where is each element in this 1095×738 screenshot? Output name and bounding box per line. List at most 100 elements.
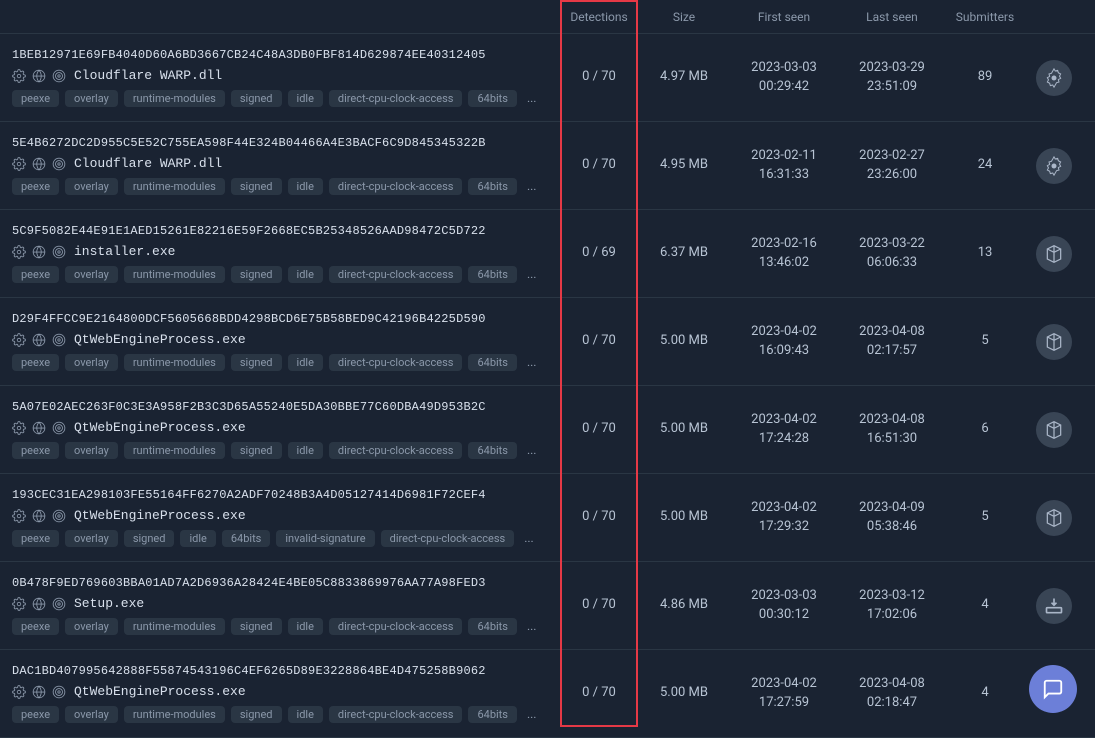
tag[interactable]: signed	[124, 530, 175, 547]
tag[interactable]: 64bits	[468, 90, 517, 107]
tag[interactable]: peexe	[12, 90, 59, 107]
tag[interactable]: idle	[288, 618, 323, 635]
tags-more[interactable]: ...	[520, 529, 538, 547]
tag[interactable]: direct-cpu-clock-access	[329, 442, 463, 459]
header-submitters[interactable]: Submitters	[946, 10, 1024, 24]
first-seen-cell: 2023-04-0217:27:59	[730, 675, 838, 711]
tag[interactable]: overlay	[65, 706, 118, 723]
table-row[interactable]: 5C9F5082E44E91E1AED15261E82216E59F2668EC…	[0, 210, 1095, 298]
file-hash[interactable]: D29F4FFCC9E2164800DCF5605668BDD4298BCD6E…	[12, 312, 548, 326]
tags-more[interactable]: ...	[523, 705, 541, 723]
header-detections[interactable]: Detections	[560, 10, 638, 24]
tag[interactable]: peexe	[12, 442, 59, 459]
tag[interactable]: runtime-modules	[124, 178, 225, 195]
tag[interactable]: idle	[288, 706, 323, 723]
tag[interactable]: peexe	[12, 266, 59, 283]
file-name[interactable]: QtWebEngineProcess.exe	[74, 332, 246, 347]
target-icon	[52, 685, 66, 699]
size-cell: 4.86 MB	[638, 596, 730, 614]
tags-more[interactable]: ...	[523, 617, 541, 635]
tag[interactable]: overlay	[65, 266, 118, 283]
file-hash[interactable]: 5C9F5082E44E91E1AED15261E82216E59F2668EC…	[12, 224, 548, 238]
tag[interactable]: signed	[231, 90, 282, 107]
table-row[interactable]: 5E4B6272DC2D955C5E52C755EA598F44E324B044…	[0, 122, 1095, 210]
table-row[interactable]: 1BEB12971E69FB4040D60A6BD3667CB24C48A3DB…	[0, 34, 1095, 122]
tag[interactable]: runtime-modules	[124, 90, 225, 107]
tag[interactable]: runtime-modules	[124, 618, 225, 635]
tag[interactable]: runtime-modules	[124, 354, 225, 371]
tag[interactable]: 64bits	[468, 266, 517, 283]
tag[interactable]: direct-cpu-clock-access	[329, 266, 463, 283]
tag[interactable]: direct-cpu-clock-access	[329, 354, 463, 371]
tag[interactable]: idle	[288, 354, 323, 371]
file-hash[interactable]: DAC1BD407995642888F55874543196C4EF6265D8…	[12, 664, 548, 678]
tag[interactable]: overlay	[65, 354, 118, 371]
tag[interactable]: idle	[288, 178, 323, 195]
tag[interactable]: 64bits	[468, 618, 517, 635]
file-hash[interactable]: 5A07E02AEC263F0C3E3A958F2B3C3D65A55240E5…	[12, 400, 548, 414]
tag[interactable]: idle	[180, 530, 215, 547]
tag[interactable]: signed	[231, 266, 282, 283]
tag[interactable]: 64bits	[468, 354, 517, 371]
tag[interactable]: invalid-signature	[276, 530, 374, 547]
tag[interactable]: overlay	[65, 618, 118, 635]
file-name[interactable]: installer.exe	[74, 244, 175, 259]
tag[interactable]: direct-cpu-clock-access	[329, 618, 463, 635]
tag[interactable]: signed	[231, 442, 282, 459]
tag[interactable]: 64bits	[468, 178, 517, 195]
tag[interactable]: runtime-modules	[124, 266, 225, 283]
table-row[interactable]: DAC1BD407995642888F55874543196C4EF6265D8…	[0, 650, 1095, 738]
tag[interactable]: direct-cpu-clock-access	[329, 706, 463, 723]
tag[interactable]: 64bits	[222, 530, 271, 547]
tags-more[interactable]: ...	[523, 89, 541, 107]
table-row[interactable]: D29F4FFCC9E2164800DCF5605668BDD4298BCD6E…	[0, 298, 1095, 386]
table-row[interactable]: 0B478F9ED769603BBA01AD7A2D6936A28424E4BE…	[0, 562, 1095, 650]
tag[interactable]: idle	[288, 442, 323, 459]
tag[interactable]: signed	[231, 706, 282, 723]
tags-more[interactable]: ...	[523, 265, 541, 283]
tag[interactable]: runtime-modules	[124, 442, 225, 459]
header-first-seen[interactable]: First seen	[730, 10, 838, 24]
tag[interactable]: 64bits	[468, 442, 517, 459]
tag[interactable]: peexe	[12, 530, 59, 547]
chat-button[interactable]	[1029, 665, 1077, 713]
table-row[interactable]: 5A07E02AEC263F0C3E3A958F2B3C3D65A55240E5…	[0, 386, 1095, 474]
file-hash[interactable]: 0B478F9ED769603BBA01AD7A2D6936A28424E4BE…	[12, 576, 548, 590]
tag[interactable]: signed	[231, 354, 282, 371]
tag[interactable]: overlay	[65, 442, 118, 459]
tag[interactable]: runtime-modules	[124, 706, 225, 723]
tag[interactable]: peexe	[12, 354, 59, 371]
file-name[interactable]: QtWebEngineProcess.exe	[74, 684, 246, 699]
file-name[interactable]: Setup.exe	[74, 596, 144, 611]
tag[interactable]: overlay	[65, 178, 118, 195]
header-size[interactable]: Size	[638, 10, 730, 24]
submitters-cell: 5	[946, 332, 1024, 350]
tag[interactable]: overlay	[65, 530, 118, 547]
size-cell: 5.00 MB	[638, 508, 730, 526]
tag[interactable]: 64bits	[468, 706, 517, 723]
tags-more[interactable]: ...	[523, 441, 541, 459]
table-row[interactable]: 193CEC31EA298103FE55164FF6270A2ADF70248B…	[0, 474, 1095, 562]
tag[interactable]: direct-cpu-clock-access	[329, 178, 463, 195]
tag[interactable]: signed	[231, 178, 282, 195]
file-hash[interactable]: 5E4B6272DC2D955C5E52C755EA598F44E324B044…	[12, 136, 548, 150]
tags-more[interactable]: ...	[523, 177, 541, 195]
tag[interactable]: peexe	[12, 706, 59, 723]
file-name[interactable]: QtWebEngineProcess.exe	[74, 508, 246, 523]
tag[interactable]: direct-cpu-clock-access	[329, 90, 463, 107]
tag[interactable]: peexe	[12, 618, 59, 635]
file-name[interactable]: QtWebEngineProcess.exe	[74, 420, 246, 435]
tag[interactable]: idle	[288, 266, 323, 283]
tags-more[interactable]: ...	[523, 353, 541, 371]
tag[interactable]: direct-cpu-clock-access	[381, 530, 515, 547]
file-name[interactable]: Cloudflare WARP.dll	[74, 68, 222, 83]
file-hash[interactable]: 1BEB12971E69FB4040D60A6BD3667CB24C48A3DB…	[12, 48, 548, 62]
file-hash[interactable]: 193CEC31EA298103FE55164FF6270A2ADF70248B…	[12, 488, 548, 502]
header-last-seen[interactable]: Last seen	[838, 10, 946, 24]
tag[interactable]: signed	[231, 618, 282, 635]
tag[interactable]: peexe	[12, 178, 59, 195]
size-cell: 4.97 MB	[638, 68, 730, 86]
tag[interactable]: overlay	[65, 90, 118, 107]
file-name[interactable]: Cloudflare WARP.dll	[74, 156, 222, 171]
tag[interactable]: idle	[288, 90, 323, 107]
